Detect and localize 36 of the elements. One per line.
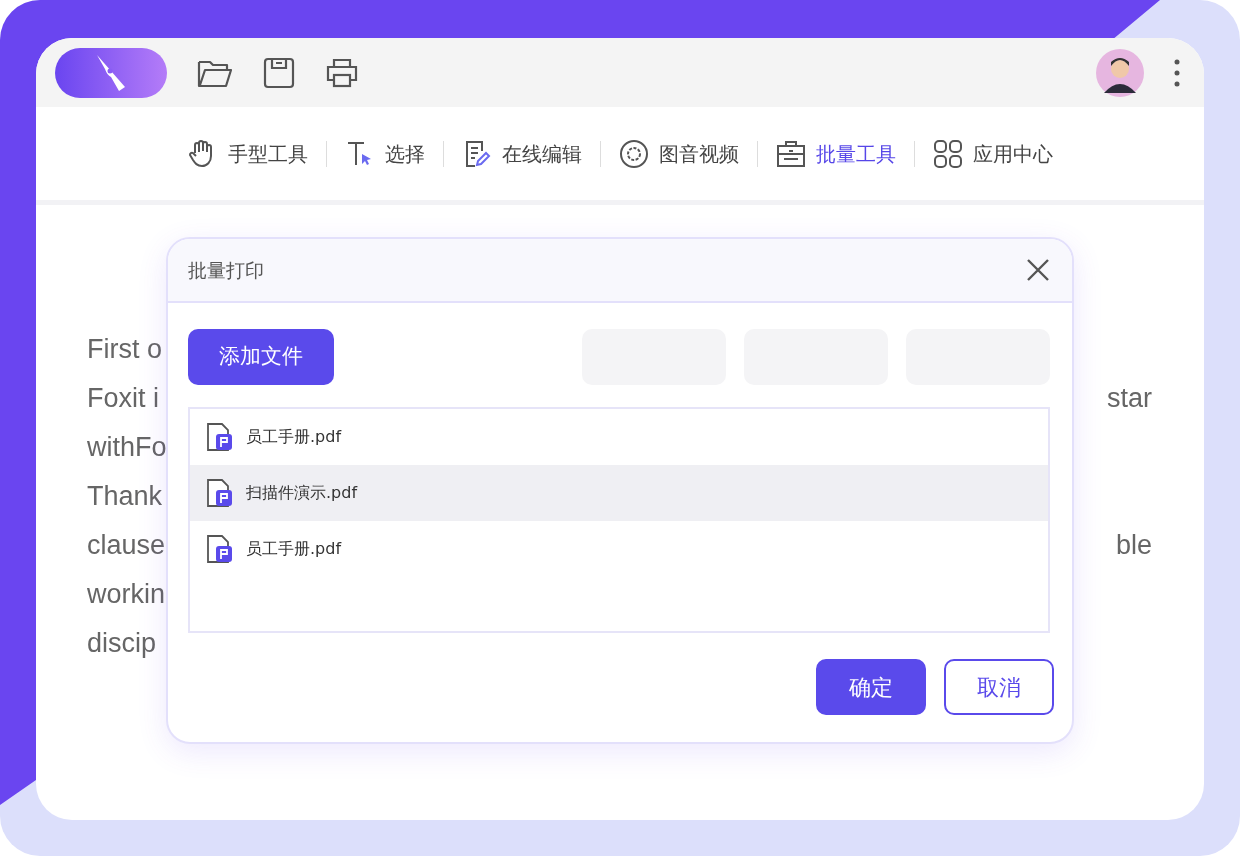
toolbar-tab[interactable]: 选择 — [326, 138, 443, 169]
document-text: Thank — [87, 480, 163, 513]
document-text: discip — [87, 627, 157, 660]
toolbar-tab[interactable]: 应用中心 — [914, 138, 1071, 169]
toolbar-tab[interactable]: 在线编辑 — [443, 138, 600, 169]
avatar[interactable] — [1096, 48, 1144, 97]
print-icon[interactable] — [325, 57, 359, 88]
save-icon[interactable] — [263, 56, 295, 89]
add-file-button[interactable]: 添加文件 — [188, 329, 334, 385]
dialog-title: 批量打印 — [188, 257, 264, 283]
logo-button[interactable] — [55, 47, 167, 98]
document-text: First o — [87, 333, 162, 366]
file-row[interactable]: 员工手册.pdf — [190, 521, 1048, 577]
cancel-button[interactable]: 取消 — [944, 659, 1054, 715]
file-name: 员工手册.pdf — [246, 426, 342, 448]
file-row[interactable]: 扫描件演示.pdf — [190, 465, 1048, 521]
pdf-file-icon — [206, 478, 234, 508]
toolbar-tab[interactable]: 批量工具 — [757, 138, 914, 169]
file-row[interactable]: 员工手册.pdf — [190, 409, 1048, 465]
confirm-button[interactable]: 确定 — [816, 659, 926, 715]
document-text: Foxit i — [87, 382, 159, 415]
pdf-file-icon — [206, 534, 234, 564]
file-name: 员工手册.pdf — [246, 538, 342, 560]
file-name: 扫描件演示.pdf — [246, 482, 358, 504]
document-text: workin — [87, 578, 166, 611]
document-text: withFo — [87, 431, 167, 464]
document-text: clause — [87, 529, 166, 562]
close-icon — [1026, 258, 1050, 283]
toolbox-icon — [775, 138, 806, 169]
pdf-file-icon — [206, 422, 234, 452]
document-text: star — [1107, 382, 1152, 415]
toolbar-tab[interactable]: 图音视频 — [600, 138, 757, 169]
apps-grid-icon — [932, 138, 963, 169]
toolbar-tab[interactable]: 手型工具 — [169, 138, 326, 169]
more-icon[interactable] — [1174, 58, 1180, 87]
document-text: ble — [1115, 529, 1152, 562]
